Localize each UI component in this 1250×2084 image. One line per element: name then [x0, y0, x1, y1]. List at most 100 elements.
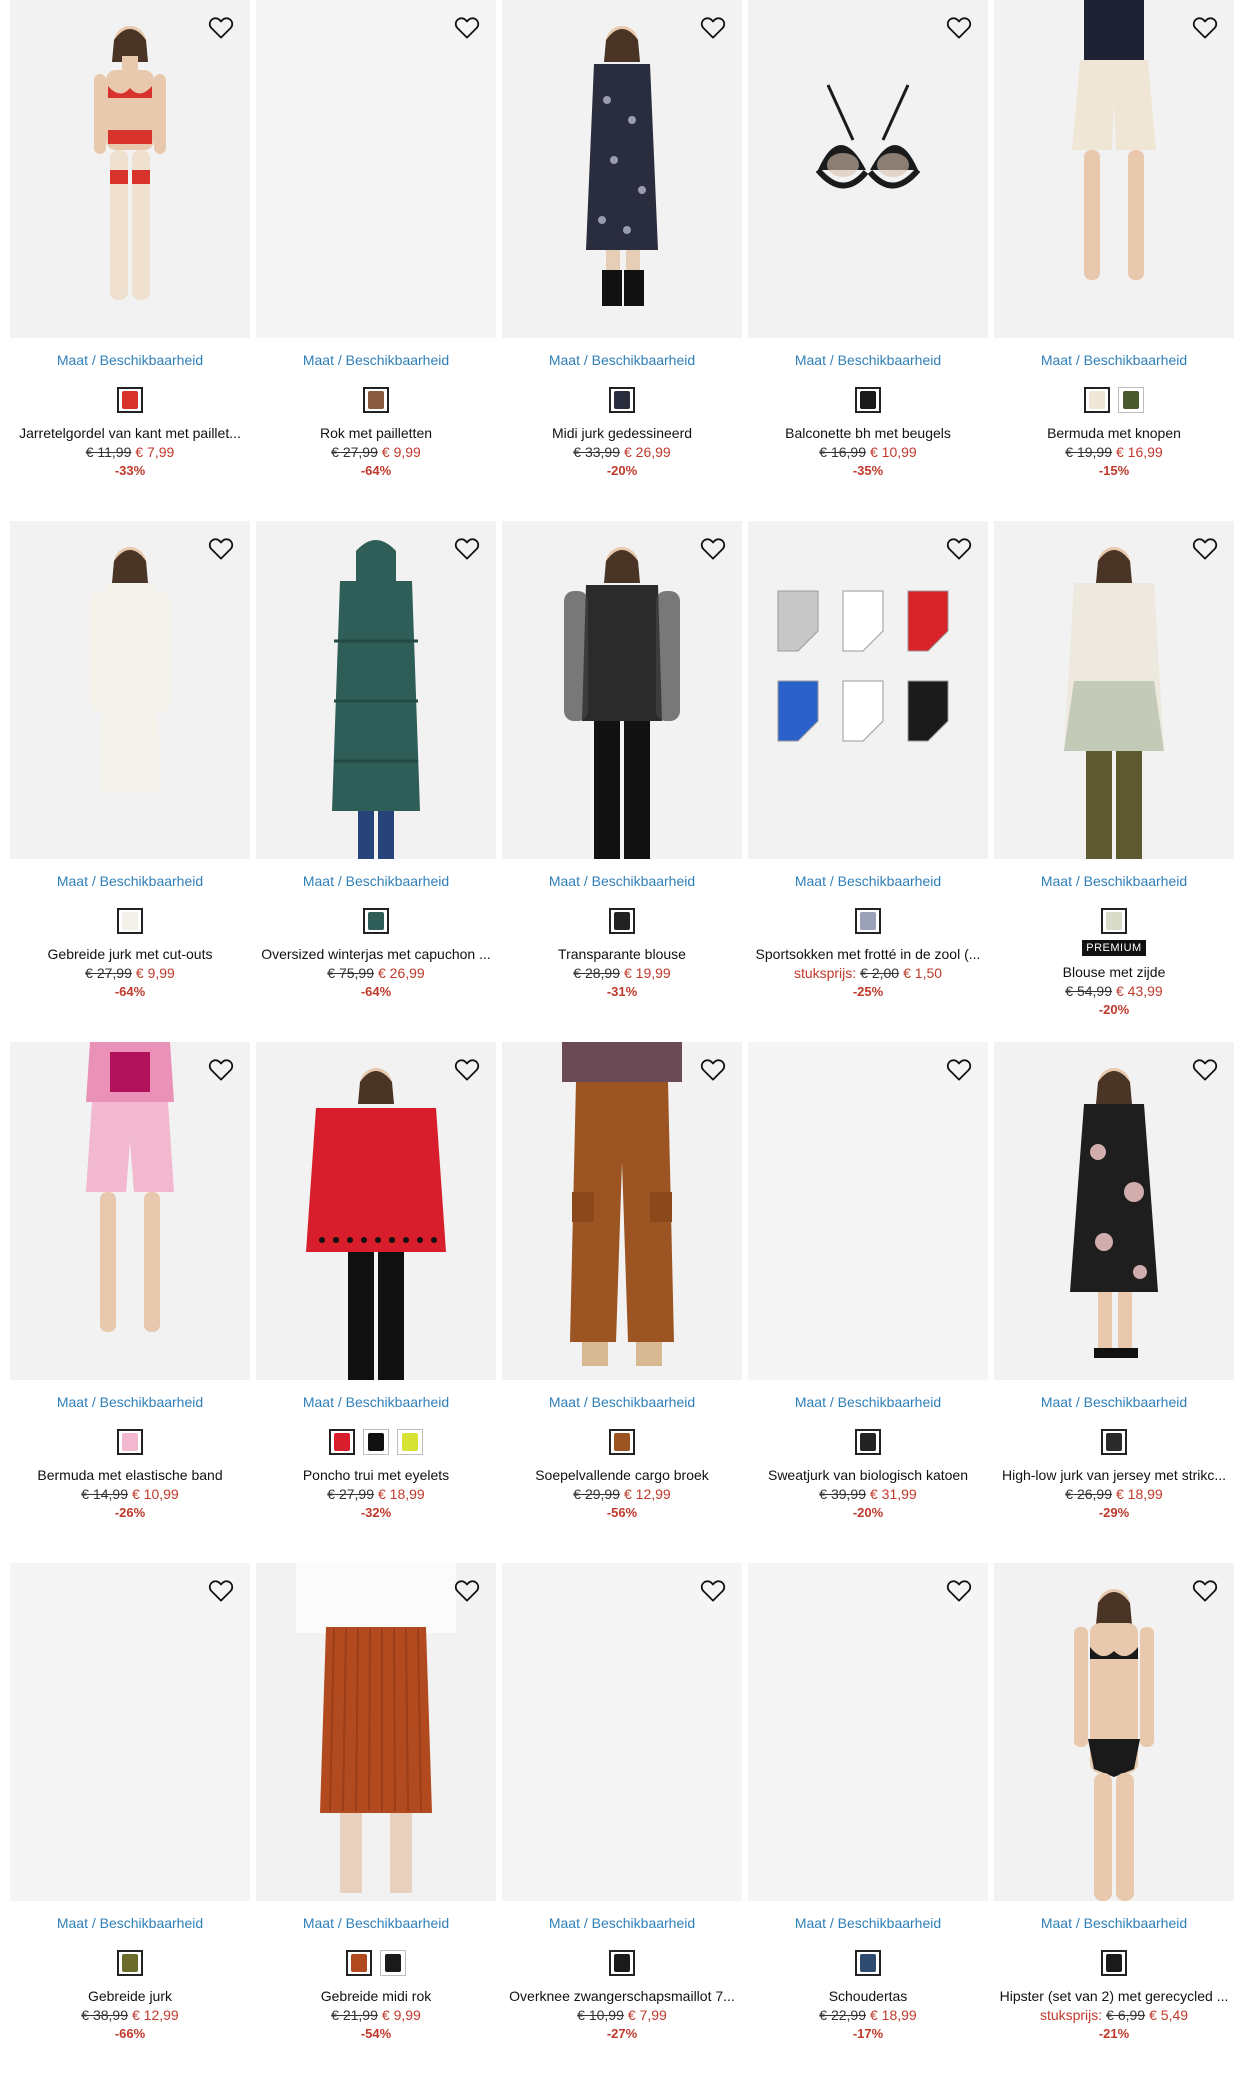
color-swatch[interactable]: [117, 908, 143, 934]
product-card[interactable]: Maat / Beschikbaarheid Balconette bh met …: [748, 0, 988, 521]
size-availability-link[interactable]: Maat / Beschikbaarheid: [10, 351, 250, 369]
color-swatch[interactable]: [329, 1429, 355, 1455]
wishlist-heart-icon[interactable]: [942, 1573, 976, 1607]
product-image[interactable]: [502, 0, 742, 338]
size-availability-link[interactable]: Maat / Beschikbaarheid: [502, 1914, 742, 1932]
color-swatch[interactable]: [609, 908, 635, 934]
wishlist-heart-icon[interactable]: [204, 531, 238, 565]
product-name[interactable]: Sportsokken met frotté in de zool (...: [748, 945, 988, 963]
color-swatch[interactable]: [855, 1429, 881, 1455]
wishlist-heart-icon[interactable]: [696, 531, 730, 565]
color-swatch[interactable]: [1084, 387, 1110, 413]
size-availability-link[interactable]: Maat / Beschikbaarheid: [502, 1393, 742, 1411]
color-swatch[interactable]: [609, 387, 635, 413]
size-availability-link[interactable]: Maat / Beschikbaarheid: [10, 1393, 250, 1411]
wishlist-heart-icon[interactable]: [942, 1052, 976, 1086]
product-name[interactable]: Poncho trui met eyelets: [256, 1466, 496, 1484]
size-availability-link[interactable]: Maat / Beschikbaarheid: [994, 1914, 1234, 1932]
color-swatch[interactable]: [397, 1429, 423, 1455]
wishlist-heart-icon[interactable]: [696, 1052, 730, 1086]
color-swatch[interactable]: [363, 387, 389, 413]
wishlist-heart-icon[interactable]: [942, 10, 976, 44]
color-swatch[interactable]: [855, 1950, 881, 1976]
product-name[interactable]: Midi jurk gedessineerd: [502, 424, 742, 442]
product-card[interactable]: Maat / Beschikbaarheid Bermuda met knopen…: [994, 0, 1234, 521]
product-image[interactable]: [10, 1042, 250, 1380]
size-availability-link[interactable]: Maat / Beschikbaarheid: [502, 872, 742, 890]
product-name[interactable]: High-low jurk van jersey met strikc...: [994, 1466, 1234, 1484]
wishlist-heart-icon[interactable]: [1188, 531, 1222, 565]
color-swatch[interactable]: [346, 1950, 372, 1976]
product-image[interactable]: [748, 521, 988, 859]
product-name[interactable]: Gebreide jurk: [10, 1987, 250, 2005]
product-name[interactable]: Rok met pailletten: [256, 424, 496, 442]
product-card[interactable]: Maat / Beschikbaarheid Midi jurk gedessin…: [502, 0, 742, 521]
wishlist-heart-icon[interactable]: [450, 1573, 484, 1607]
size-availability-link[interactable]: Maat / Beschikbaarheid: [256, 351, 496, 369]
wishlist-heart-icon[interactable]: [696, 10, 730, 44]
product-card[interactable]: Maat / Beschikbaarheid Oversized winterja…: [256, 521, 496, 1042]
color-swatch[interactable]: [609, 1950, 635, 1976]
product-image[interactable]: [748, 0, 988, 338]
product-image[interactable]: [994, 0, 1234, 338]
size-availability-link[interactable]: Maat / Beschikbaarheid: [502, 351, 742, 369]
wishlist-heart-icon[interactable]: [450, 531, 484, 565]
color-swatch[interactable]: [1101, 1950, 1127, 1976]
product-name[interactable]: Gebreide midi rok: [256, 1987, 496, 2005]
product-card[interactable]: Maat / Beschikbaarheid Gebreide jurk € 38,…: [10, 1563, 250, 2084]
size-availability-link[interactable]: Maat / Beschikbaarheid: [10, 872, 250, 890]
color-swatch[interactable]: [117, 1429, 143, 1455]
size-availability-link[interactable]: Maat / Beschikbaarheid: [10, 1914, 250, 1932]
size-availability-link[interactable]: Maat / Beschikbaarheid: [994, 351, 1234, 369]
size-availability-link[interactable]: Maat / Beschikbaarheid: [256, 1393, 496, 1411]
wishlist-heart-icon[interactable]: [1188, 1052, 1222, 1086]
wishlist-heart-icon[interactable]: [204, 1052, 238, 1086]
product-name[interactable]: Bermuda met knopen: [994, 424, 1234, 442]
wishlist-heart-icon[interactable]: [1188, 1573, 1222, 1607]
product-image[interactable]: [748, 1563, 988, 1901]
product-image[interactable]: [994, 521, 1234, 859]
color-swatch[interactable]: [363, 1429, 389, 1455]
size-availability-link[interactable]: Maat / Beschikbaarheid: [256, 872, 496, 890]
product-card[interactable]: Maat / Beschikbaarheid Bermuda met elasti…: [10, 1042, 250, 1563]
product-card[interactable]: Maat / Beschikbaarheid Sweatjurk van biol…: [748, 1042, 988, 1563]
color-swatch[interactable]: [363, 908, 389, 934]
product-name[interactable]: Jarretelgordel van kant met paillet...: [10, 424, 250, 442]
product-name[interactable]: Blouse met zijde: [994, 963, 1234, 981]
product-name[interactable]: Overknee zwangerschapsmaillot 7...: [502, 1987, 742, 2005]
product-card[interactable]: Maat / Beschikbaarheid Soepelvallende car…: [502, 1042, 742, 1563]
product-card[interactable]: Maat / Beschikbaarheid PREMIUM Blouse met …: [994, 521, 1234, 1042]
size-availability-link[interactable]: Maat / Beschikbaarheid: [748, 351, 988, 369]
wishlist-heart-icon[interactable]: [204, 10, 238, 44]
product-name[interactable]: Balconette bh met beugels: [748, 424, 988, 442]
wishlist-heart-icon[interactable]: [450, 1052, 484, 1086]
product-card[interactable]: Maat / Beschikbaarheid Overknee zwangersc…: [502, 1563, 742, 2084]
size-availability-link[interactable]: Maat / Beschikbaarheid: [994, 872, 1234, 890]
size-availability-link[interactable]: Maat / Beschikbaarheid: [748, 1393, 988, 1411]
product-card[interactable]: Maat / Beschikbaarheid Hipster (set van 2…: [994, 1563, 1234, 2084]
wishlist-heart-icon[interactable]: [1188, 10, 1222, 44]
product-card[interactable]: Maat / Beschikbaarheid Transparante blous…: [502, 521, 742, 1042]
size-availability-link[interactable]: Maat / Beschikbaarheid: [748, 1914, 988, 1932]
size-availability-link[interactable]: Maat / Beschikbaarheid: [748, 872, 988, 890]
product-name[interactable]: Bermuda met elastische band: [10, 1466, 250, 1484]
product-image[interactable]: [256, 1042, 496, 1380]
product-card[interactable]: Maat / Beschikbaarheid Gebreide midi rok €…: [256, 1563, 496, 2084]
product-name[interactable]: Oversized winterjas met capuchon ...: [256, 945, 496, 963]
size-availability-link[interactable]: Maat / Beschikbaarheid: [256, 1914, 496, 1932]
product-image[interactable]: [748, 1042, 988, 1380]
color-swatch[interactable]: [1101, 908, 1127, 934]
wishlist-heart-icon[interactable]: [450, 10, 484, 44]
product-image[interactable]: [994, 1042, 1234, 1380]
color-swatch[interactable]: [380, 1950, 406, 1976]
product-card[interactable]: Maat / Beschikbaarheid Poncho trui met ey…: [256, 1042, 496, 1563]
product-image[interactable]: [256, 521, 496, 859]
product-image[interactable]: [256, 1563, 496, 1901]
wishlist-heart-icon[interactable]: [942, 531, 976, 565]
product-card[interactable]: Maat / Beschikbaarheid Gebreide jurk met …: [10, 521, 250, 1042]
size-availability-link[interactable]: Maat / Beschikbaarheid: [994, 1393, 1234, 1411]
wishlist-heart-icon[interactable]: [696, 1573, 730, 1607]
product-name[interactable]: Gebreide jurk met cut-outs: [10, 945, 250, 963]
wishlist-heart-icon[interactable]: [204, 1573, 238, 1607]
product-card[interactable]: Maat / Beschikbaarheid Jarretelgordel van…: [10, 0, 250, 521]
